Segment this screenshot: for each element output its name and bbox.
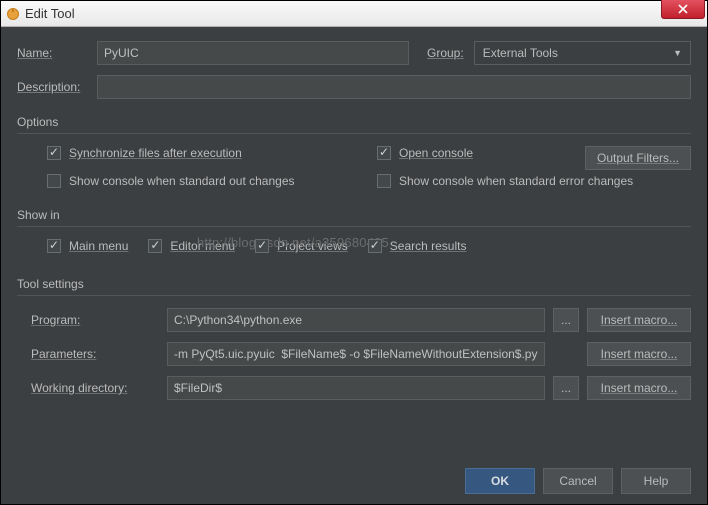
- workdir-browse-button[interactable]: ...: [553, 376, 579, 400]
- name-input[interactable]: [97, 41, 409, 65]
- program-input[interactable]: [167, 308, 545, 332]
- main-menu-checkbox[interactable]: Main menu: [47, 239, 128, 253]
- checkbox-icon: [368, 239, 382, 253]
- close-button[interactable]: [661, 0, 705, 19]
- checkbox-icon: [377, 174, 391, 188]
- search-results-label: Search results: [390, 239, 467, 253]
- open-console-checkbox[interactable]: Open console: [377, 146, 537, 160]
- editor-menu-checkbox[interactable]: Editor menu: [148, 239, 235, 253]
- description-label: Description:: [17, 80, 97, 94]
- main-menu-label: Main menu: [69, 239, 128, 253]
- tool-settings-section: Tool settings Program: ... Insert macro.…: [17, 277, 691, 410]
- parameters-input[interactable]: [167, 342, 545, 366]
- group-select[interactable]: External Tools ▼: [474, 41, 691, 65]
- dialog-content: Name: Group: External Tools ▼ Descriptio…: [1, 27, 707, 504]
- group-label: Group:: [427, 46, 464, 60]
- showin-title: Show in: [17, 208, 691, 222]
- sync-label: Synchronize files after execution: [69, 146, 242, 160]
- divider: [17, 133, 691, 134]
- program-browse-button[interactable]: ...: [553, 308, 579, 332]
- stderr-checkbox[interactable]: Show console when standard error changes: [377, 174, 691, 188]
- options-title: Options: [17, 115, 691, 129]
- help-button[interactable]: Help: [621, 468, 691, 494]
- sync-checkbox[interactable]: Synchronize files after execution: [47, 146, 377, 160]
- checkbox-icon: [148, 239, 162, 253]
- cancel-button[interactable]: Cancel: [543, 468, 613, 494]
- window-title: Edit Tool: [25, 6, 75, 21]
- stdout-checkbox[interactable]: Show console when standard out changes: [47, 174, 377, 188]
- checkbox-icon: [47, 174, 61, 188]
- chevron-down-icon: ▼: [673, 48, 682, 58]
- description-input[interactable]: [97, 75, 691, 99]
- checkbox-icon: [47, 239, 61, 253]
- project-views-label: Project views: [277, 239, 348, 253]
- app-icon: [5, 6, 21, 22]
- workdir-label: Working directory:: [31, 381, 159, 395]
- group-value: External Tools: [483, 46, 558, 60]
- tool-settings-title: Tool settings: [17, 277, 691, 291]
- parameters-label: Parameters:: [31, 347, 159, 361]
- showin-section: Show in http://blog.csdn.net/a359680405 …: [17, 208, 691, 271]
- workdir-input[interactable]: [167, 376, 545, 400]
- divider: [17, 295, 691, 296]
- divider: [17, 226, 691, 227]
- project-views-checkbox[interactable]: Project views: [255, 239, 348, 253]
- output-filters-button[interactable]: Output Filters...: [585, 146, 691, 170]
- stdout-label: Show console when standard out changes: [69, 174, 295, 188]
- ok-button[interactable]: OK: [465, 468, 535, 494]
- options-section: Options Synchronize files after executio…: [17, 115, 691, 202]
- dialog-footer: OK Cancel Help: [17, 458, 691, 494]
- program-label: Program:: [31, 313, 159, 327]
- checkbox-icon: [377, 146, 391, 160]
- program-insert-macro-button[interactable]: Insert macro...: [587, 308, 691, 332]
- titlebar: Edit Tool: [1, 1, 707, 27]
- open-console-label: Open console: [399, 146, 473, 160]
- name-label: Name:: [17, 46, 97, 60]
- checkbox-icon: [47, 146, 61, 160]
- stderr-label: Show console when standard error changes: [399, 174, 633, 188]
- editor-menu-label: Editor menu: [170, 239, 235, 253]
- workdir-insert-macro-button[interactable]: Insert macro...: [587, 376, 691, 400]
- parameters-insert-macro-button[interactable]: Insert macro...: [587, 342, 691, 366]
- search-results-checkbox[interactable]: Search results: [368, 239, 467, 253]
- checkbox-icon: [255, 239, 269, 253]
